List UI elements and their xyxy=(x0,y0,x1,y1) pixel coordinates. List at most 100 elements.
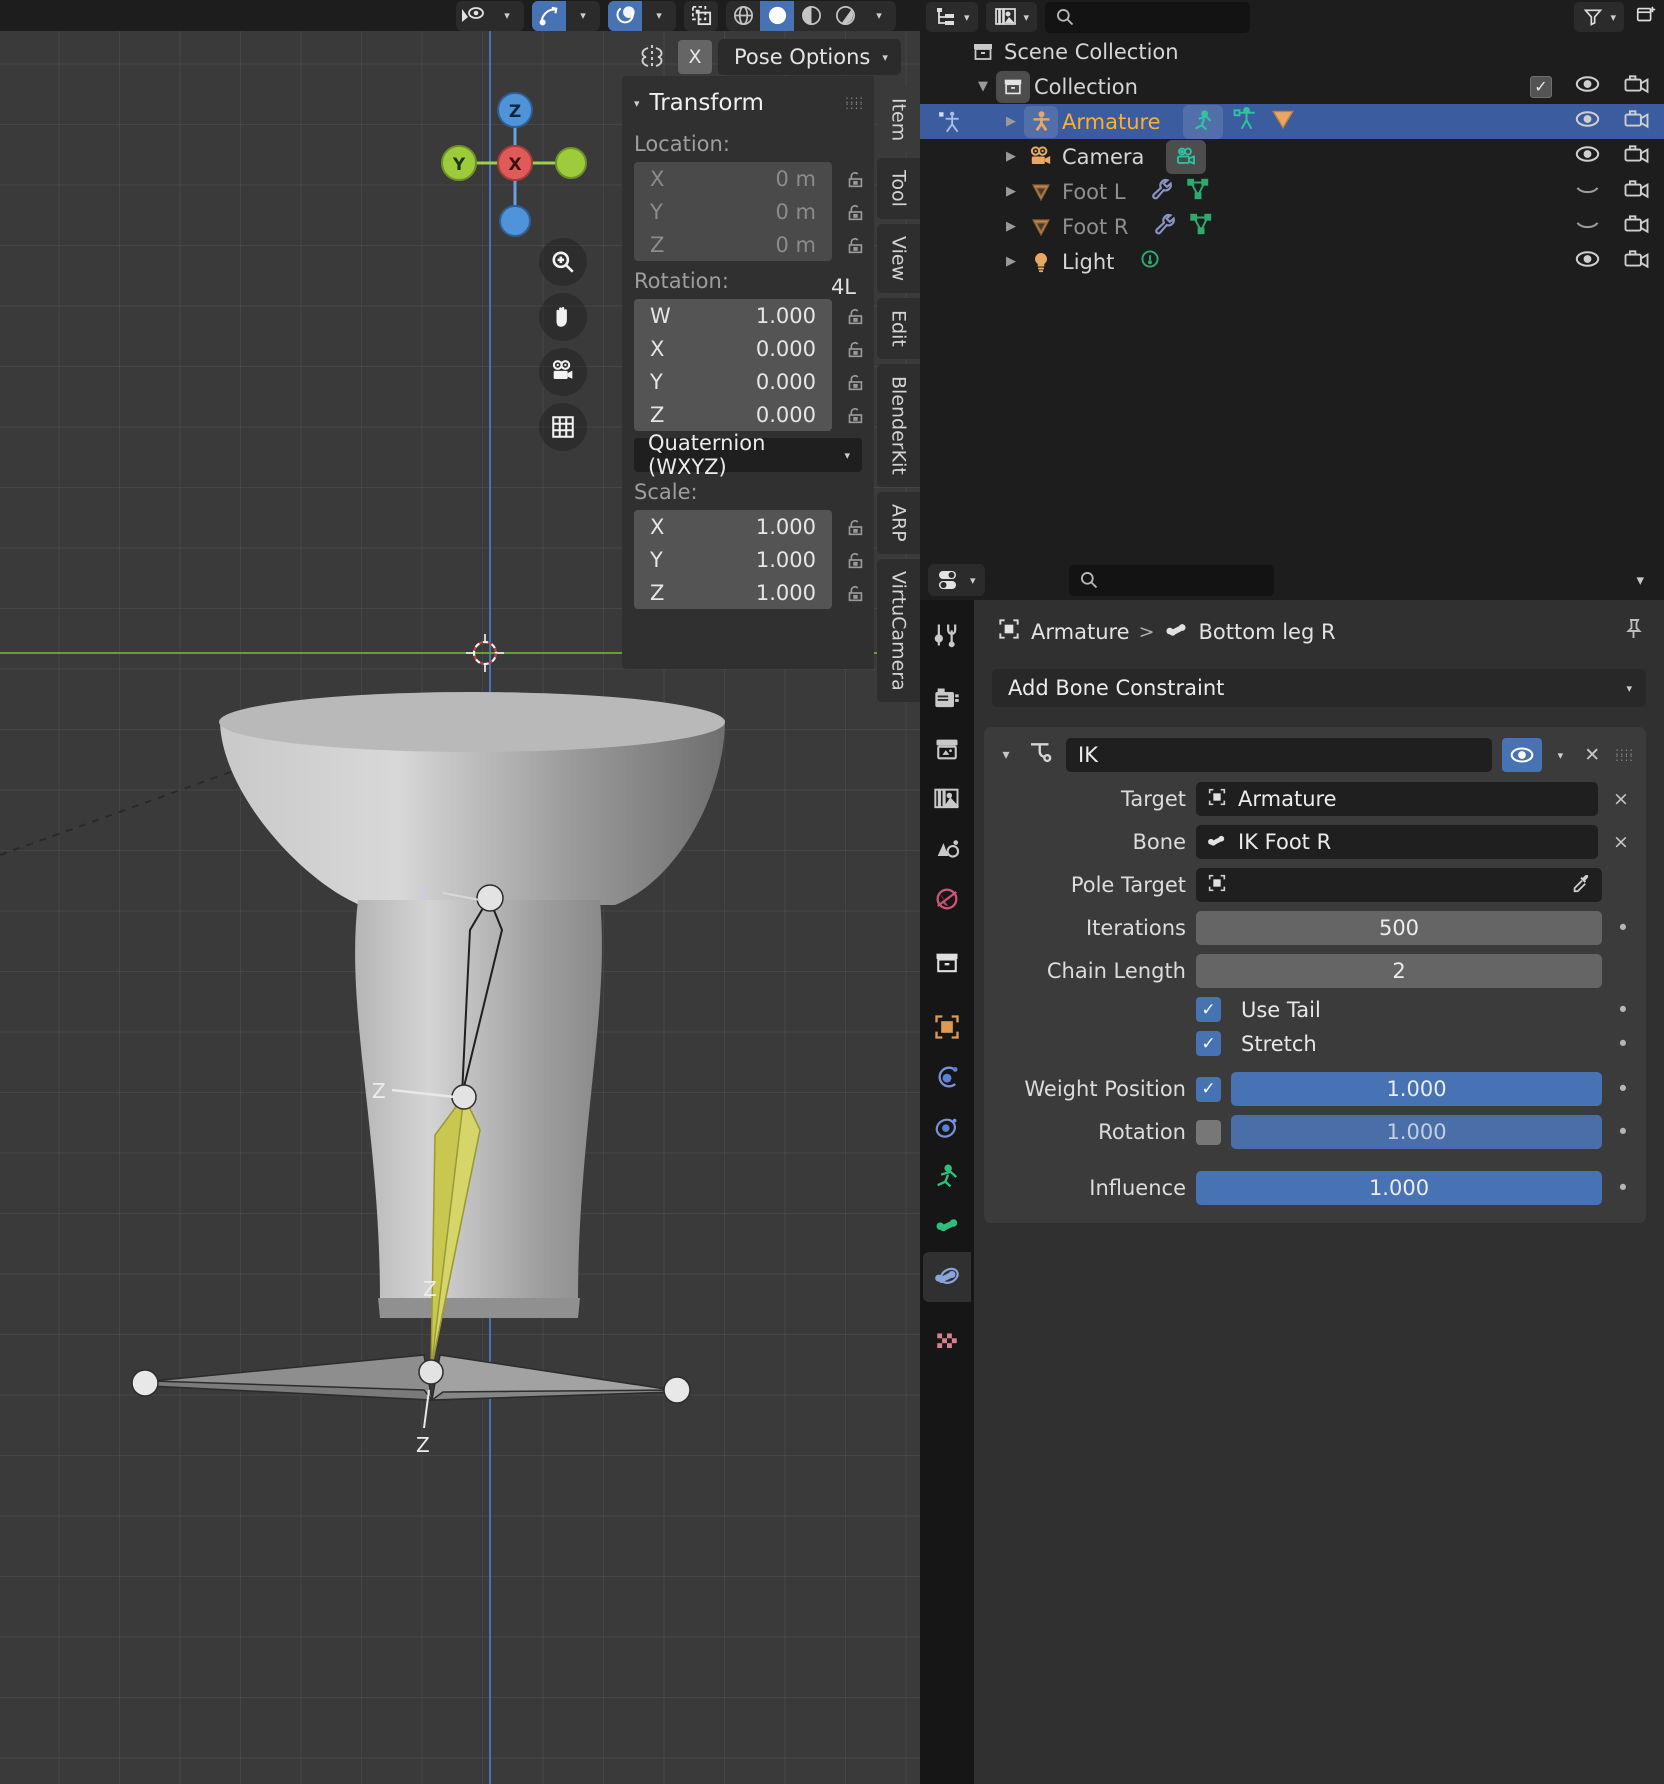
lock-scale-y-icon[interactable] xyxy=(838,549,872,571)
scale-z-field[interactable]: Z 1.000 xyxy=(634,576,832,609)
expand-triangle-right-icon[interactable]: ▶ xyxy=(998,149,1024,164)
constraint-menu-caret[interactable]: ▾ xyxy=(1552,749,1570,762)
rotation-y-row[interactable]: Y 0.000 xyxy=(622,365,874,398)
eyedropper-icon[interactable] xyxy=(1570,872,1592,899)
breadcrumb-bone-label[interactable]: Bottom leg R xyxy=(1199,620,1336,644)
pan-hand-icon[interactable] xyxy=(539,293,587,341)
animate-dot[interactable]: • xyxy=(1612,916,1634,940)
tab-edit[interactable]: Edit xyxy=(877,298,920,360)
viewport-nav-icons[interactable] xyxy=(539,238,587,451)
transform-panel-header[interactable]: ▾ Transform :::::::: xyxy=(622,76,874,124)
outliner-header[interactable]: ▾ ▾ ▾ xyxy=(920,0,1664,34)
modifier-properties-icon[interactable] xyxy=(923,1052,971,1102)
render-properties-icon[interactable] xyxy=(923,674,971,724)
tab-item[interactable]: Item xyxy=(877,86,920,154)
mirror-x-icon[interactable] xyxy=(632,40,672,74)
snap-magnet-icon[interactable] xyxy=(532,0,566,31)
camera-render-icon[interactable] xyxy=(1623,178,1650,205)
weight-position-slider[interactable]: 1.000 xyxy=(1231,1072,1602,1106)
rotation-w-row[interactable]: W 1.000 xyxy=(622,299,874,332)
eye-icon[interactable] xyxy=(1574,73,1601,100)
breadcrumb[interactable]: Armature > Bottom leg R xyxy=(974,600,1664,647)
properties-tab-column[interactable] xyxy=(920,600,974,1784)
ik-constraint-header[interactable]: ▾ IK ▾ ✕:::::::: xyxy=(996,737,1634,773)
expand-triangle-right-icon[interactable]: ▶ xyxy=(998,219,1024,234)
rotation-x-field[interactable]: X 0.000 xyxy=(634,332,832,365)
constraint-influence-row[interactable]: Influence 1.000 • xyxy=(996,1171,1634,1205)
camera-render-icon[interactable] xyxy=(1623,73,1650,100)
rotation-checkbox[interactable] xyxy=(1196,1119,1221,1145)
animate-dot[interactable]: • xyxy=(1612,998,1634,1022)
properties-body[interactable]: Armature > Bottom leg R Add Bone Constra… xyxy=(974,600,1664,1784)
animate-dot[interactable]: • xyxy=(1612,1176,1634,1200)
mirror-x-toggle[interactable]: X xyxy=(678,40,712,74)
constraint-drag-dots[interactable]: :::::::: xyxy=(1615,746,1634,763)
collection-properties-icon[interactable] xyxy=(923,938,971,988)
location-x-row[interactable]: X 0 m xyxy=(622,162,874,195)
outliner-row-collection[interactable]: ▼ Collection ✓ xyxy=(920,69,1664,104)
rotation-z-field[interactable]: Z 0.000 xyxy=(634,398,832,431)
constraint-iterations-row[interactable]: Iterations 500 • xyxy=(996,911,1634,945)
pole-target-field[interactable] xyxy=(1196,868,1602,902)
solid-shading-icon[interactable] xyxy=(760,0,794,31)
pose-options-dropdown[interactable]: Pose Options ▾ xyxy=(718,39,901,75)
outliner-row-extra-icons[interactable] xyxy=(1166,139,1207,174)
scale-x-field[interactable]: X 1.000 xyxy=(634,510,832,543)
lock-scale-z-icon[interactable] xyxy=(838,582,872,604)
expand-triangle-down-icon[interactable]: ▼ xyxy=(970,79,996,94)
rotation-w-field[interactable]: W 1.000 xyxy=(634,299,832,332)
outliner-header-right[interactable]: ▾ xyxy=(1574,2,1658,32)
camera-render-icon[interactable] xyxy=(1623,143,1650,170)
rotation-x-row[interactable]: X 0.000 xyxy=(622,332,874,365)
bone-field[interactable]: IK Foot R xyxy=(1196,825,1598,859)
rotation-mode-dropdown[interactable]: Quaternion (WXYZ) ▾ xyxy=(634,431,862,479)
camera-render-icon[interactable] xyxy=(1623,108,1650,135)
grid-ortho-icon[interactable] xyxy=(539,403,587,451)
wireframe-shading-icon[interactable] xyxy=(726,0,760,31)
object-constraint-properties-icon[interactable] xyxy=(923,1152,971,1202)
chain-length-field[interactable]: 2 xyxy=(1196,954,1602,988)
rendered-shading-icon[interactable] xyxy=(828,0,862,31)
outliner-row-extra-icons[interactable] xyxy=(1136,246,1164,277)
weight-position-checkbox[interactable]: ✓ xyxy=(1196,1076,1221,1102)
mesh-triangle-icon[interactable] xyxy=(1269,106,1297,137)
lock-location-x-icon[interactable] xyxy=(838,168,872,190)
tool-properties-icon[interactable] xyxy=(923,610,971,660)
visibility-toggles[interactable] xyxy=(1574,108,1650,135)
physics-properties-icon[interactable] xyxy=(923,1102,971,1152)
n-panel-item-tab[interactable]: ▾ Transform :::::::: Location: X 0 m Y 0… xyxy=(622,76,874,669)
funnel-filter-icon[interactable]: ▾ xyxy=(1574,2,1624,32)
properties-header[interactable]: ▾ ▾ xyxy=(920,560,1664,600)
viewport-header[interactable]: ▾ ▾ ▾ ▾ xyxy=(0,0,920,31)
constraint-use-tail-row[interactable]: ✓ Use Tail • xyxy=(996,997,1634,1022)
scale-y-field[interactable]: Y 1.000 xyxy=(634,543,832,576)
outliner-row-scene-collection[interactable]: Scene Collection xyxy=(920,34,1664,69)
outliner-row-extra-icons[interactable] xyxy=(1148,176,1212,207)
lock-location-z-icon[interactable] xyxy=(838,234,872,256)
constraint-weight-position-row[interactable]: Weight Position ✓ 1.000 • xyxy=(996,1072,1634,1106)
pin-id-icon[interactable] xyxy=(1622,617,1664,646)
shading-dropdown-caret[interactable]: ▾ xyxy=(862,0,896,31)
panel-drag-dots[interactable]: :::::::: xyxy=(845,94,864,111)
rotation-y-field[interactable]: Y 0.000 xyxy=(634,365,832,398)
rotation-slider[interactable]: 1.000 xyxy=(1231,1115,1602,1149)
proportional-edit-group[interactable]: ▾ xyxy=(608,0,676,31)
location-x-field[interactable]: X 0 m xyxy=(634,162,832,195)
outliner-row-camera[interactable]: ▶ Camera xyxy=(920,139,1664,174)
clear-bone-icon[interactable]: × xyxy=(1608,831,1634,853)
outliner-row-light[interactable]: ▶ Light xyxy=(920,244,1664,279)
collection-enable-checkbox[interactable]: ✓ xyxy=(1530,75,1552,98)
properties-search-input[interactable] xyxy=(1068,564,1274,596)
eye-icon[interactable] xyxy=(1574,108,1601,135)
constraint-pole-target-row[interactable]: Pole Target xyxy=(996,868,1634,902)
animate-dot[interactable]: • xyxy=(1612,1077,1634,1101)
stretch-checkbox[interactable]: ✓ xyxy=(1196,1031,1221,1056)
outliner-row-foot-l[interactable]: ▶ Foot L xyxy=(920,174,1664,209)
expand-triangle-right-icon[interactable]: ▶ xyxy=(998,254,1024,269)
visibility-toggles[interactable] xyxy=(1574,248,1650,275)
armature-stick-icon[interactable] xyxy=(1231,106,1261,137)
lock-rotation-w-icon[interactable] xyxy=(838,305,872,327)
lock-rotation-y-icon[interactable] xyxy=(838,371,872,393)
scene-properties-icon[interactable] xyxy=(923,824,971,874)
eye-closed-icon[interactable] xyxy=(1574,178,1601,205)
